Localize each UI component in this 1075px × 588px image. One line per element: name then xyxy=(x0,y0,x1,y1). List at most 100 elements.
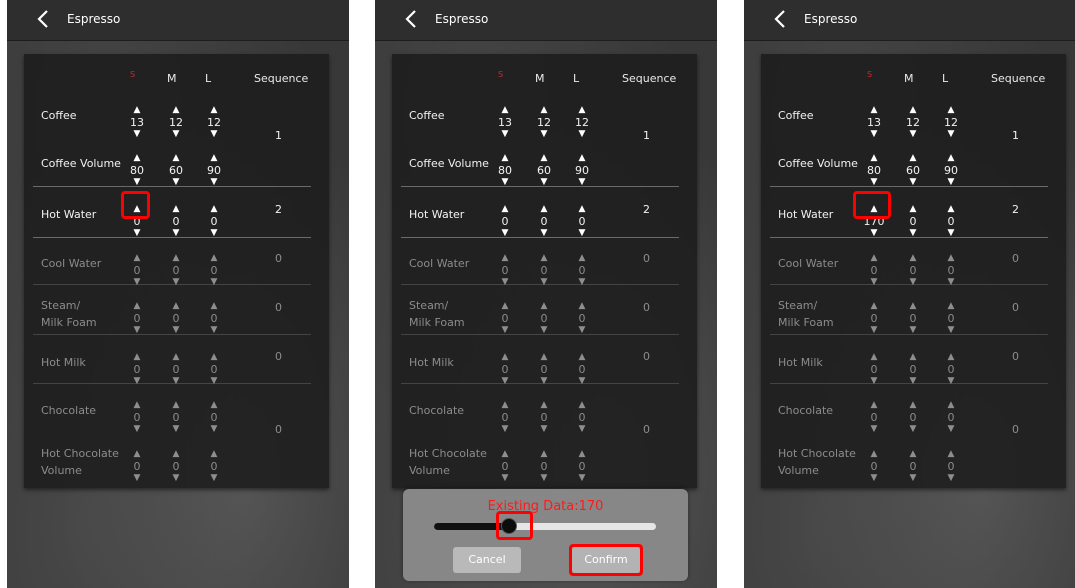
decrement-arrow-icon[interactable]: ▼ xyxy=(164,228,188,239)
decrement-arrow-icon[interactable]: ▼ xyxy=(493,473,517,484)
decrement-arrow-icon[interactable]: ▼ xyxy=(493,277,517,288)
decrement-arrow-icon[interactable]: ▼ xyxy=(862,325,886,336)
decrement-arrow-icon[interactable]: ▼ xyxy=(570,473,594,484)
decrement-arrow-icon[interactable]: ▼ xyxy=(532,473,556,484)
increment-arrow-icon[interactable]: ▲ xyxy=(493,400,517,411)
decrement-arrow-icon[interactable]: ▼ xyxy=(570,325,594,336)
sequence-value[interactable]: 0 xyxy=(1012,301,1019,314)
value-coffee-l[interactable]: 12 xyxy=(570,116,594,129)
sequence-value[interactable]: 0 xyxy=(1012,252,1019,265)
increment-arrow-icon[interactable]: ▲ xyxy=(570,105,594,116)
increment-arrow-icon[interactable]: ▲ xyxy=(570,400,594,411)
decrement-arrow-icon[interactable]: ▼ xyxy=(125,424,149,435)
increment-arrow-icon[interactable]: ▲ xyxy=(939,352,963,363)
decrement-arrow-icon[interactable]: ▼ xyxy=(570,228,594,239)
increment-arrow-icon[interactable]: ▲ xyxy=(939,400,963,411)
value-slider[interactable] xyxy=(434,518,656,534)
value-hot_choc_vol-l[interactable]: 0 xyxy=(202,460,226,473)
back-button[interactable] xyxy=(402,9,422,29)
decrement-arrow-icon[interactable]: ▼ xyxy=(939,177,963,188)
sequence-value[interactable]: 0 xyxy=(643,350,650,363)
sequence-value[interactable]: 0 xyxy=(275,350,282,363)
value-coffee-l[interactable]: 12 xyxy=(202,116,226,129)
decrement-arrow-icon[interactable]: ▼ xyxy=(493,129,517,140)
cancel-button[interactable]: Cancel xyxy=(453,547,521,573)
decrement-arrow-icon[interactable]: ▼ xyxy=(570,177,594,188)
increment-arrow-icon[interactable]: ▲ xyxy=(570,204,594,215)
decrement-arrow-icon[interactable]: ▼ xyxy=(862,129,886,140)
value-hot_choc_vol-s[interactable]: 0 xyxy=(862,460,886,473)
value-hot_choc_vol-s[interactable]: 0 xyxy=(493,460,517,473)
value-coffee-s[interactable]: 13 xyxy=(862,116,886,129)
sequence-value[interactable]: 2 xyxy=(275,203,282,216)
value-steam-m[interactable]: 0 xyxy=(901,312,925,325)
decrement-arrow-icon[interactable]: ▼ xyxy=(532,277,556,288)
value-cool_water-m[interactable]: 0 xyxy=(164,264,188,277)
value-coffee-m[interactable]: 12 xyxy=(901,116,925,129)
decrement-arrow-icon[interactable]: ▼ xyxy=(570,376,594,387)
increment-arrow-icon[interactable]: ▲ xyxy=(493,204,517,215)
value-chocolate-s[interactable]: 0 xyxy=(125,411,149,424)
value-cool_water-s[interactable]: 0 xyxy=(862,264,886,277)
decrement-arrow-icon[interactable]: ▼ xyxy=(570,129,594,140)
value-cool_water-l[interactable]: 0 xyxy=(202,264,226,277)
decrement-arrow-icon[interactable]: ▼ xyxy=(164,277,188,288)
increment-arrow-icon[interactable]: ▲ xyxy=(493,153,517,164)
increment-arrow-icon[interactable]: ▲ xyxy=(164,352,188,363)
increment-arrow-icon[interactable]: ▲ xyxy=(202,253,226,264)
decrement-arrow-icon[interactable]: ▼ xyxy=(493,177,517,188)
value-cool_water-l[interactable]: 0 xyxy=(570,264,594,277)
value-hot_choc_vol-l[interactable]: 0 xyxy=(939,460,963,473)
value-chocolate-m[interactable]: 0 xyxy=(532,411,556,424)
back-button[interactable] xyxy=(771,9,791,29)
value-coffee-l[interactable]: 12 xyxy=(939,116,963,129)
increment-arrow-icon[interactable]: ▲ xyxy=(493,449,517,460)
increment-arrow-icon[interactable]: ▲ xyxy=(202,204,226,215)
increment-arrow-icon[interactable]: ▲ xyxy=(493,301,517,312)
increment-arrow-icon[interactable]: ▲ xyxy=(570,352,594,363)
decrement-arrow-icon[interactable]: ▼ xyxy=(202,325,226,336)
increment-arrow-icon[interactable]: ▲ xyxy=(532,204,556,215)
increment-arrow-icon[interactable]: ▲ xyxy=(532,105,556,116)
increment-arrow-icon[interactable]: ▲ xyxy=(901,352,925,363)
increment-arrow-icon[interactable]: ▲ xyxy=(532,400,556,411)
increment-arrow-icon[interactable]: ▲ xyxy=(901,153,925,164)
decrement-arrow-icon[interactable]: ▼ xyxy=(939,277,963,288)
decrement-arrow-icon[interactable]: ▼ xyxy=(125,177,149,188)
value-hot_milk-l[interactable]: 0 xyxy=(570,363,594,376)
value-hot_choc_vol-m[interactable]: 0 xyxy=(532,460,556,473)
value-coffee_volume-m[interactable]: 60 xyxy=(164,164,188,177)
value-steam-l[interactable]: 0 xyxy=(939,312,963,325)
decrement-arrow-icon[interactable]: ▼ xyxy=(125,376,149,387)
decrement-arrow-icon[interactable]: ▼ xyxy=(164,473,188,484)
decrement-arrow-icon[interactable]: ▼ xyxy=(202,129,226,140)
sequence-value[interactable]: 0 xyxy=(643,301,650,314)
value-chocolate-s[interactable]: 0 xyxy=(493,411,517,424)
value-cool_water-s[interactable]: 0 xyxy=(493,264,517,277)
increment-arrow-icon[interactable]: ▲ xyxy=(570,253,594,264)
increment-arrow-icon[interactable]: ▲ xyxy=(493,253,517,264)
decrement-arrow-icon[interactable]: ▼ xyxy=(202,277,226,288)
increment-arrow-icon[interactable]: ▲ xyxy=(202,105,226,116)
increment-arrow-icon[interactable]: ▲ xyxy=(164,204,188,215)
decrement-arrow-icon[interactable]: ▼ xyxy=(901,277,925,288)
increment-arrow-icon[interactable]: ▲ xyxy=(125,105,149,116)
decrement-arrow-icon[interactable]: ▼ xyxy=(939,424,963,435)
increment-arrow-icon[interactable]: ▲ xyxy=(202,449,226,460)
decrement-arrow-icon[interactable]: ▼ xyxy=(125,473,149,484)
increment-arrow-icon[interactable]: ▲ xyxy=(532,301,556,312)
decrement-arrow-icon[interactable]: ▼ xyxy=(862,228,886,239)
increment-arrow-icon[interactable]: ▲ xyxy=(202,400,226,411)
value-hot_milk-s[interactable]: 0 xyxy=(125,363,149,376)
increment-arrow-icon[interactable]: ▲ xyxy=(939,204,963,215)
value-hot_milk-m[interactable]: 0 xyxy=(901,363,925,376)
value-steam-s[interactable]: 0 xyxy=(862,312,886,325)
value-hot_milk-m[interactable]: 0 xyxy=(532,363,556,376)
decrement-arrow-icon[interactable]: ▼ xyxy=(202,376,226,387)
value-cool_water-m[interactable]: 0 xyxy=(532,264,556,277)
decrement-arrow-icon[interactable]: ▼ xyxy=(202,473,226,484)
value-hot_milk-l[interactable]: 0 xyxy=(939,363,963,376)
value-chocolate-l[interactable]: 0 xyxy=(939,411,963,424)
value-coffee-m[interactable]: 12 xyxy=(532,116,556,129)
increment-arrow-icon[interactable]: ▲ xyxy=(532,449,556,460)
